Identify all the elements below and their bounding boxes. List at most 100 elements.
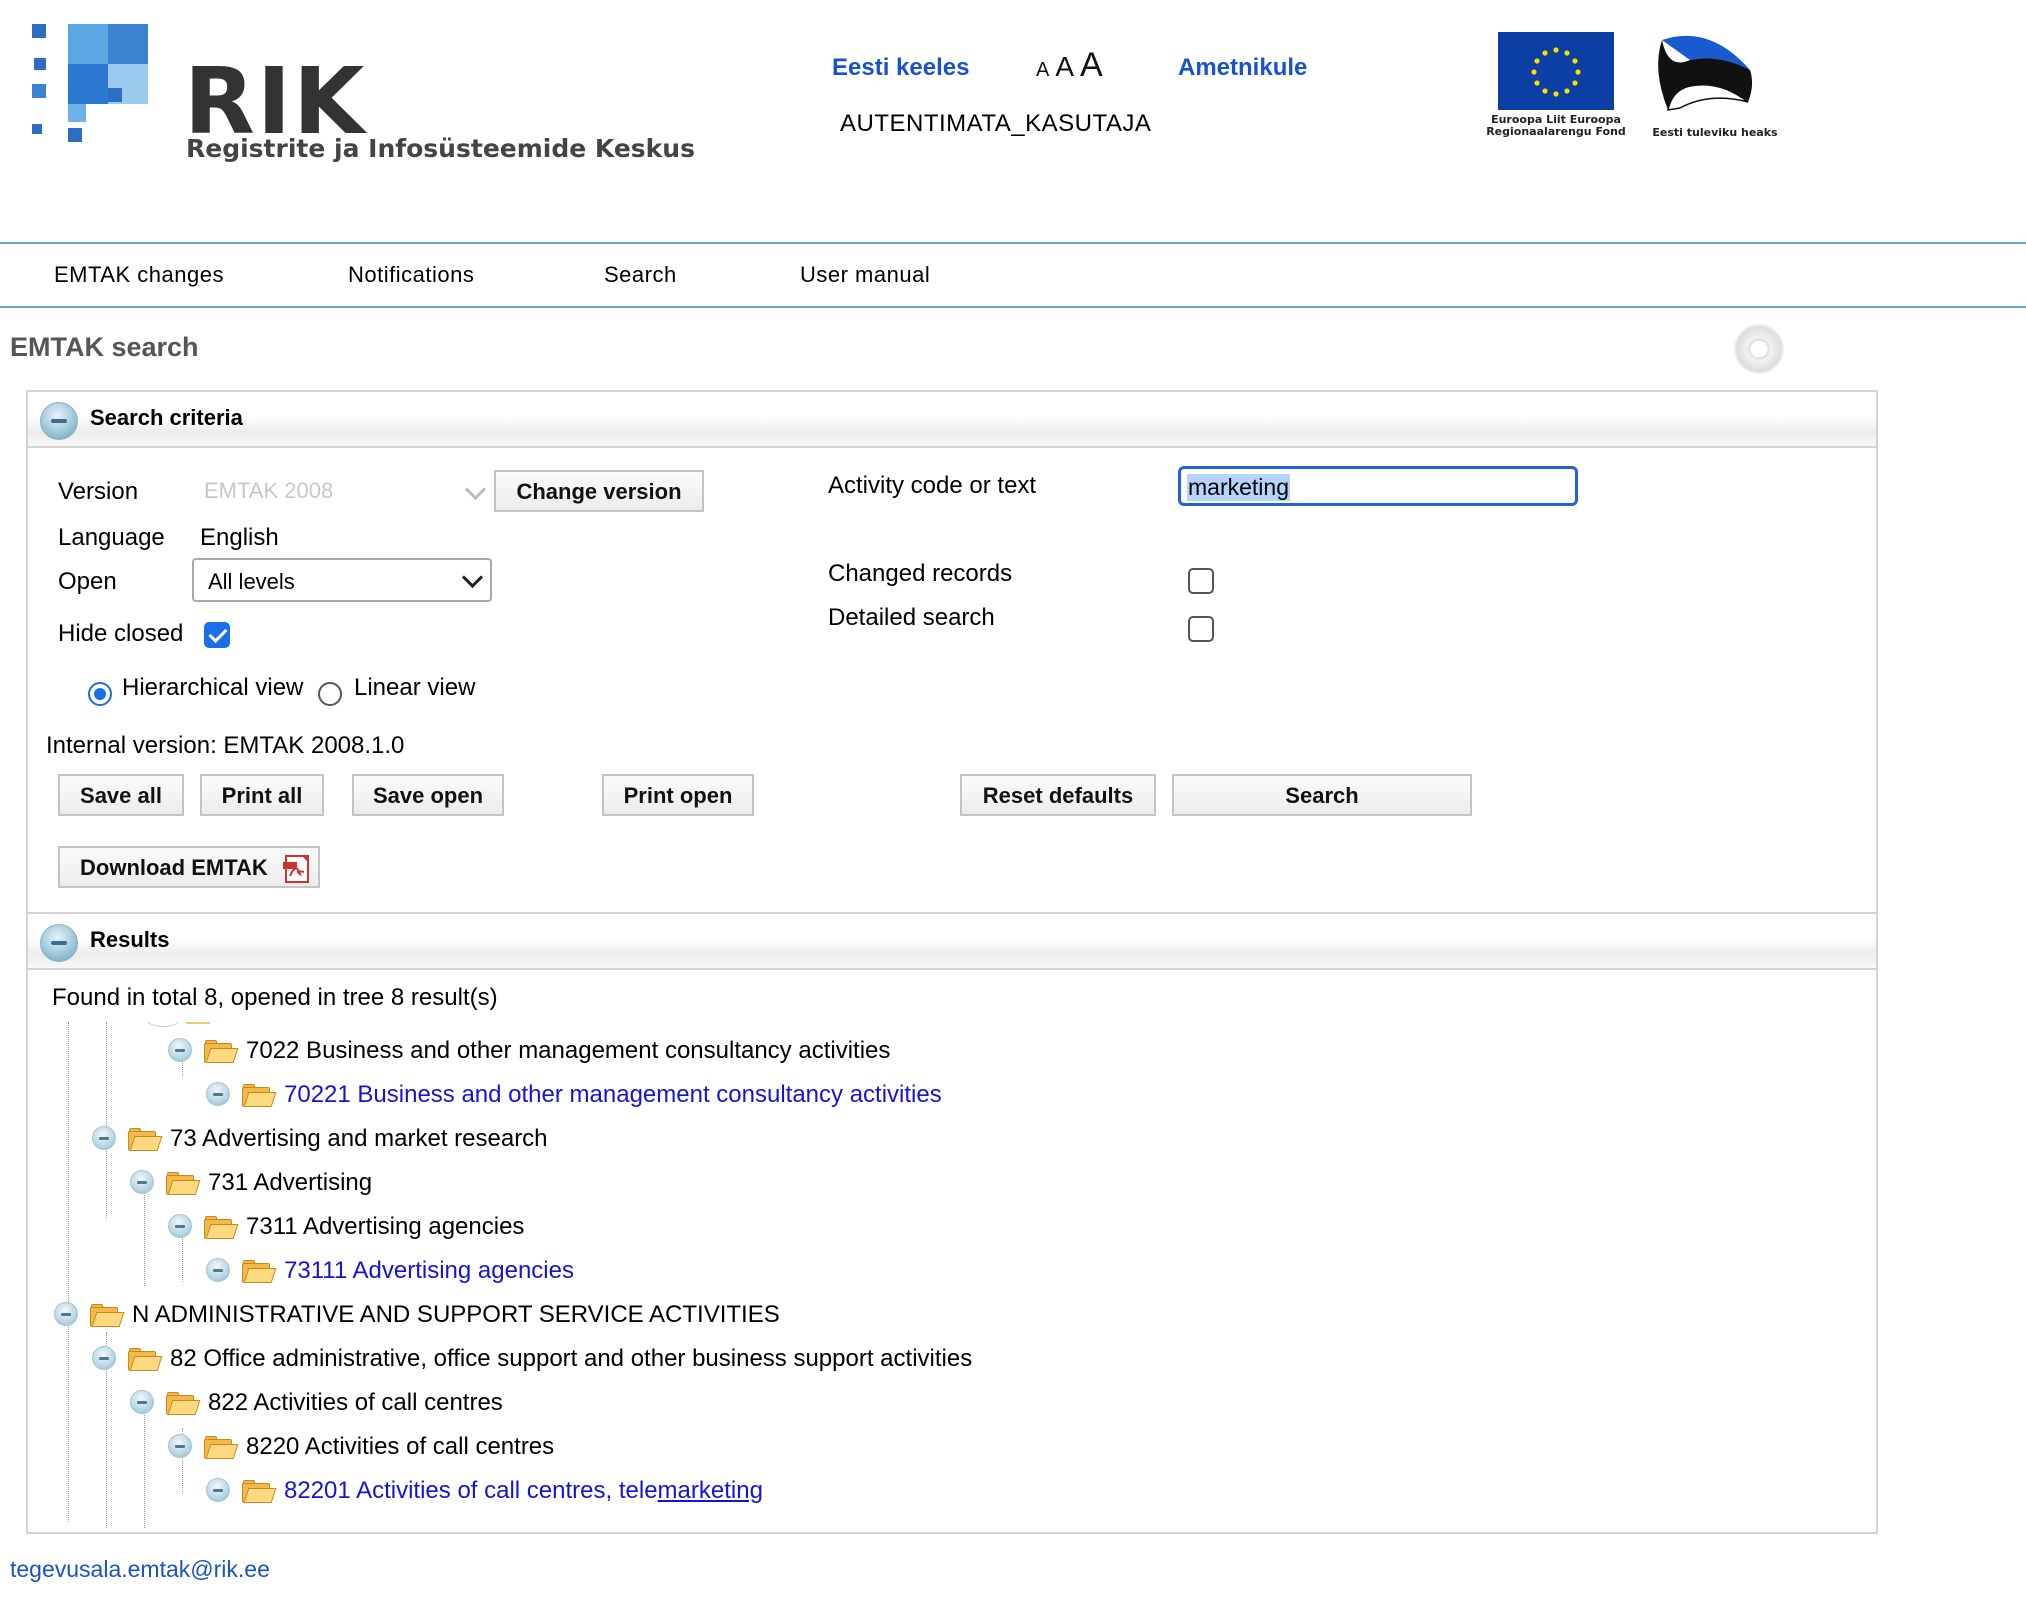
- collapse-node-icon[interactable]: [130, 1170, 154, 1194]
- search-button[interactable]: Search: [1172, 774, 1472, 816]
- open-levels-value: All levels: [208, 569, 295, 594]
- folder-open-icon: [242, 1084, 277, 1107]
- logo-square: [68, 24, 108, 64]
- nav-search[interactable]: Search: [604, 262, 677, 288]
- hierarchical-view-label: Hierarchical view: [122, 674, 304, 701]
- changed-records-checkbox[interactable]: [1188, 568, 1214, 594]
- logo-square: [68, 104, 86, 122]
- tree-node-label[interactable]: 82201 Activities of call centres, telema…: [284, 1477, 763, 1505]
- tree-node-label[interactable]: 8220 Activities of call centres: [246, 1433, 554, 1461]
- reset-defaults-button[interactable]: Reset defaults: [960, 774, 1156, 816]
- collapse-criteria-icon[interactable]: [40, 402, 78, 440]
- collapse-results-icon[interactable]: [40, 924, 78, 962]
- collapse-node-icon[interactable]: [92, 1126, 116, 1150]
- changed-records-label: Changed records: [828, 560, 1013, 587]
- chevron-down-icon: [461, 566, 484, 589]
- folder-open-icon: [90, 1304, 125, 1327]
- eu-flag-logo: [1498, 32, 1614, 110]
- logo-square: [32, 124, 42, 134]
- hide-closed-checkbox[interactable]: [204, 622, 230, 648]
- linear-view-radio[interactable]: [318, 682, 342, 706]
- results-title: Results: [90, 927, 170, 952]
- tree-node-label[interactable]: 73 Advertising and market research: [170, 1125, 548, 1153]
- download-emtak-label: Download EMTAK: [80, 855, 268, 880]
- font-size-large[interactable]: A: [1080, 46, 1103, 84]
- tree-node-text: 82201 Activities of call centres, tele: [284, 1477, 658, 1504]
- open-label: Open: [58, 568, 117, 595]
- estonia-logo: [1650, 30, 1770, 120]
- results-tree: 7022 Business and other management consu…: [28, 1022, 1868, 1528]
- tree-node-label[interactable]: 70221 Business and other management cons…: [284, 1081, 942, 1109]
- hierarchical-view-radio[interactable]: [88, 682, 112, 706]
- detailed-search-checkbox[interactable]: [1188, 616, 1214, 642]
- language-label: Language: [58, 524, 165, 551]
- tree-node-text: 82 Office administrative, office support…: [170, 1345, 973, 1372]
- save-all-button[interactable]: Save all: [58, 774, 184, 816]
- contact-email-link[interactable]: tegevusala.emtak@rik.ee: [10, 1556, 270, 1583]
- tree-node-text: 731 Advertising: [208, 1169, 373, 1196]
- print-all-button[interactable]: Print all: [200, 774, 324, 816]
- folder-open-icon: [242, 1480, 277, 1503]
- logo-square: [68, 128, 82, 142]
- search-match-highlight: marketing: [657, 1477, 763, 1504]
- logo-square: [32, 24, 46, 38]
- loading-spinner-icon: [1734, 324, 1784, 374]
- nav-notifications[interactable]: Notifications: [348, 262, 474, 288]
- tree-node-text: 7022 Business and other management consu…: [246, 1037, 891, 1064]
- collapse-node-icon[interactable]: [206, 1258, 230, 1282]
- collapse-node-icon[interactable]: [168, 1214, 192, 1238]
- version-chevron-icon: [464, 478, 487, 501]
- folder-open-icon: [128, 1348, 163, 1371]
- collapse-node-icon[interactable]: [130, 1390, 154, 1414]
- folder-open-icon: [128, 1128, 163, 1151]
- tree-node-text: 73111 Advertising agencies: [284, 1257, 574, 1284]
- logo-square: [108, 88, 122, 102]
- tree-node-label[interactable]: 7311 Advertising agencies: [246, 1213, 524, 1241]
- rik-logo[interactable]: RIK Registrite ja Infosüsteemide Keskus: [24, 20, 695, 170]
- language-value: English: [200, 524, 279, 551]
- nav-user-manual[interactable]: User manual: [800, 262, 930, 288]
- folder-open-icon: [204, 1216, 239, 1239]
- tree-guide-line: [68, 1022, 69, 1522]
- detailed-search-label: Detailed search: [828, 604, 995, 631]
- nav-emtak-changes[interactable]: EMTAK changes: [54, 262, 224, 288]
- version-select[interactable]: EMTAK 2008: [204, 478, 333, 504]
- font-size-medium[interactable]: A: [1055, 51, 1074, 82]
- internal-version: Internal version: EMTAK 2008.1.0: [46, 732, 405, 759]
- collapse-node-icon[interactable]: [168, 1038, 192, 1062]
- eu-stars-icon: [1531, 47, 1581, 97]
- tree-node-label[interactable]: 731 Advertising: [208, 1169, 372, 1197]
- logo-square: [32, 84, 46, 98]
- tree-node-label[interactable]: N ADMINISTRATIVE AND SUPPORT SERVICE ACT…: [132, 1301, 780, 1329]
- folder-open-icon: [204, 1436, 239, 1459]
- tree-node-label[interactable]: 82 Office administrative, office support…: [170, 1345, 972, 1373]
- collapse-node-icon[interactable]: [54, 1302, 78, 1326]
- open-levels-select[interactable]: All levels: [192, 558, 492, 602]
- tree-node-text: 7311 Advertising agencies: [246, 1213, 525, 1240]
- tree-guide-line: [106, 1022, 107, 1218]
- tree-node-text: 70221 Business and other management cons…: [284, 1081, 942, 1108]
- language-link[interactable]: Eesti keeles: [832, 54, 969, 82]
- tree-node-label[interactable]: 7022 Business and other management consu…: [246, 1037, 890, 1065]
- change-version-button[interactable]: Change version: [494, 470, 704, 512]
- tree-node-text: 73 Advertising and market research: [170, 1125, 548, 1152]
- logo-subtitle: Registrite ja Infosüsteemide Keskus: [186, 134, 695, 163]
- tree-node-label[interactable]: 822 Activities of call centres: [208, 1389, 503, 1417]
- collapse-node-icon[interactable]: [168, 1434, 192, 1458]
- clipped-folder-icon: [186, 1022, 210, 1024]
- officials-link[interactable]: Ametnikule: [1178, 54, 1307, 82]
- results-panel: Results Found in total 8, opened in tree…: [26, 912, 1878, 1534]
- activity-search-input[interactable]: marketing: [1178, 466, 1578, 506]
- collapse-node-icon[interactable]: [92, 1346, 116, 1370]
- download-emtak-button[interactable]: Download EMTAK: [58, 846, 320, 888]
- tree-node-label[interactable]: 73111 Advertising agencies: [284, 1257, 574, 1285]
- estonia-caption: Eesti tuleviku heaks: [1652, 126, 1778, 139]
- save-open-button[interactable]: Save open: [352, 774, 504, 816]
- tree-node-text: N ADMINISTRATIVE AND SUPPORT SERVICE ACT…: [132, 1301, 780, 1328]
- font-size-small[interactable]: A: [1036, 59, 1049, 81]
- collapse-node-icon[interactable]: [206, 1478, 230, 1502]
- collapse-node-icon[interactable]: [206, 1082, 230, 1106]
- print-open-button[interactable]: Print open: [602, 774, 754, 816]
- results-header: Results: [28, 914, 1876, 970]
- logo-square: [108, 24, 148, 64]
